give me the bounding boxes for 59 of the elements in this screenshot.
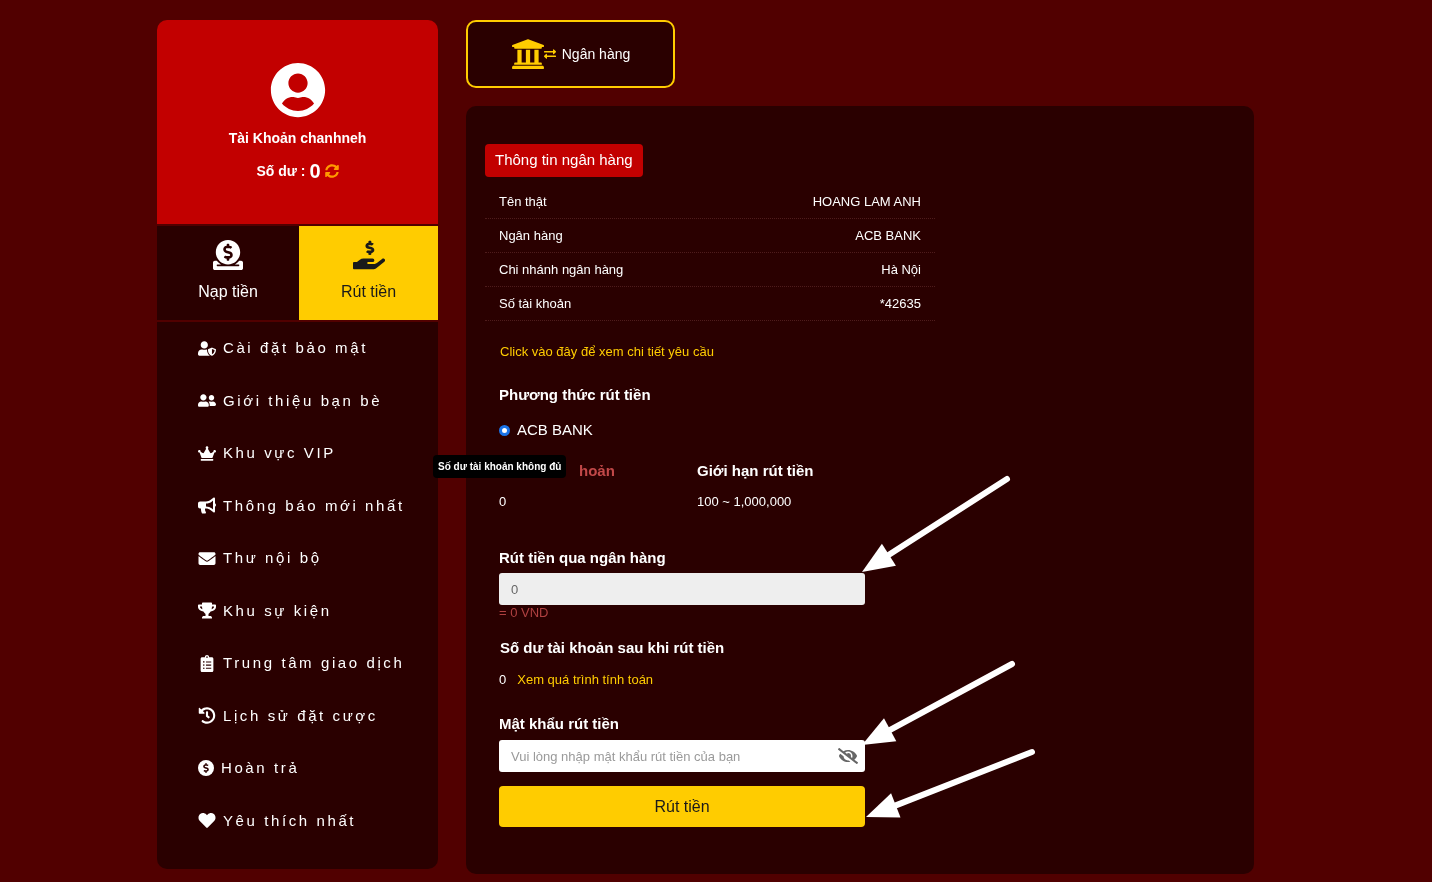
info-value: ACB BANK (855, 226, 921, 245)
radio-button[interactable] (499, 424, 510, 436)
hand-dollar-icon (352, 240, 385, 270)
info-value: Hà Nội (881, 260, 921, 279)
menu-item[interactable]: Lịch sử đặt cược (157, 689, 438, 742)
heart-icon (198, 812, 216, 830)
avatar-icon (269, 62, 326, 118)
method-title: Phương thức rút tiền (499, 385, 651, 405)
balance-value: 0 (309, 160, 321, 182)
balance-label: Số dư : (256, 162, 306, 180)
converted-amount: = 0 VND (499, 605, 549, 621)
menu-item[interactable]: Trung tâm giao dịch (157, 637, 438, 690)
account-title: Tài Khoản chanhneh (228, 129, 367, 147)
menu-item[interactable]: Thông báo mới nhất (157, 479, 438, 532)
stat-value: 0 (499, 493, 507, 511)
people-icon (198, 392, 216, 410)
withdraw-button[interactable]: Rút tiền (499, 786, 865, 827)
info-label: Số tài khoản (499, 294, 572, 313)
megaphone-icon (198, 497, 216, 515)
section-title: Thông tin ngân hàng (485, 144, 643, 177)
stat-label: hoản (579, 460, 615, 481)
after-balance-value: 0 (499, 671, 507, 690)
menu-item[interactable]: Hoàn trả (157, 742, 438, 795)
info-label: Chi nhánh ngân hàng (499, 260, 624, 279)
user-shield-icon (198, 339, 216, 357)
action-tab[interactable]: Rút tiền (299, 226, 438, 320)
tooltip: Số dư tài khoản không đủ (433, 455, 567, 478)
password-label: Mật khẩu rút tiền (499, 714, 619, 734)
history-icon (198, 707, 216, 725)
stat-label: Giới hạn rút tiền (697, 460, 814, 481)
eye-off-icon[interactable] (838, 748, 858, 764)
menu-item[interactable]: Khu sự kiện (157, 584, 438, 637)
menu-item[interactable]: Thư nội bộ (157, 532, 438, 585)
arrow-icon (860, 475, 1011, 575)
arrow-icon (864, 748, 1036, 819)
calculation-link[interactable]: Xem quá trình tính toán (517, 670, 654, 690)
radio-label: ACB BANK (517, 419, 593, 440)
amount-label: Rút tiền qua ngân hàng (499, 548, 666, 568)
crown-icon (198, 444, 216, 462)
menu-item[interactable]: Cài đặt bảo mật (157, 322, 438, 375)
envelope-icon (198, 549, 216, 567)
after-balance-label: Số dư tài khoản sau khi rút tiền (500, 638, 725, 658)
coin-tray-icon (212, 240, 244, 270)
bank-tab[interactable]: Ngân hàng (466, 20, 675, 88)
bank-transfer-icon (510, 37, 556, 71)
action-tab[interactable]: Nạp tiền (157, 226, 299, 320)
trophy-icon (198, 602, 216, 620)
clipboard-icon (198, 654, 216, 672)
info-value: *42635 (879, 294, 921, 313)
info-value: HOANG LAM ANH (812, 192, 921, 211)
dollar-coin-icon (198, 760, 214, 777)
menu-item[interactable]: Giới thiệu bạn bè (157, 374, 438, 427)
refresh-icon[interactable] (324, 164, 339, 178)
menu-item[interactable]: Yêu thích nhất (157, 794, 438, 847)
info-label: Ngân hàng (499, 226, 563, 245)
info-label: Tên thật (499, 192, 547, 211)
password-field[interactable]: Vui lòng nhập mật khẩu rút tiền của bạn (499, 740, 865, 772)
stat-value: 100 ~ 1,000,000 (697, 493, 792, 511)
details-link[interactable]: Click vào đây để xem chi tiết yêu cầu (500, 343, 714, 361)
